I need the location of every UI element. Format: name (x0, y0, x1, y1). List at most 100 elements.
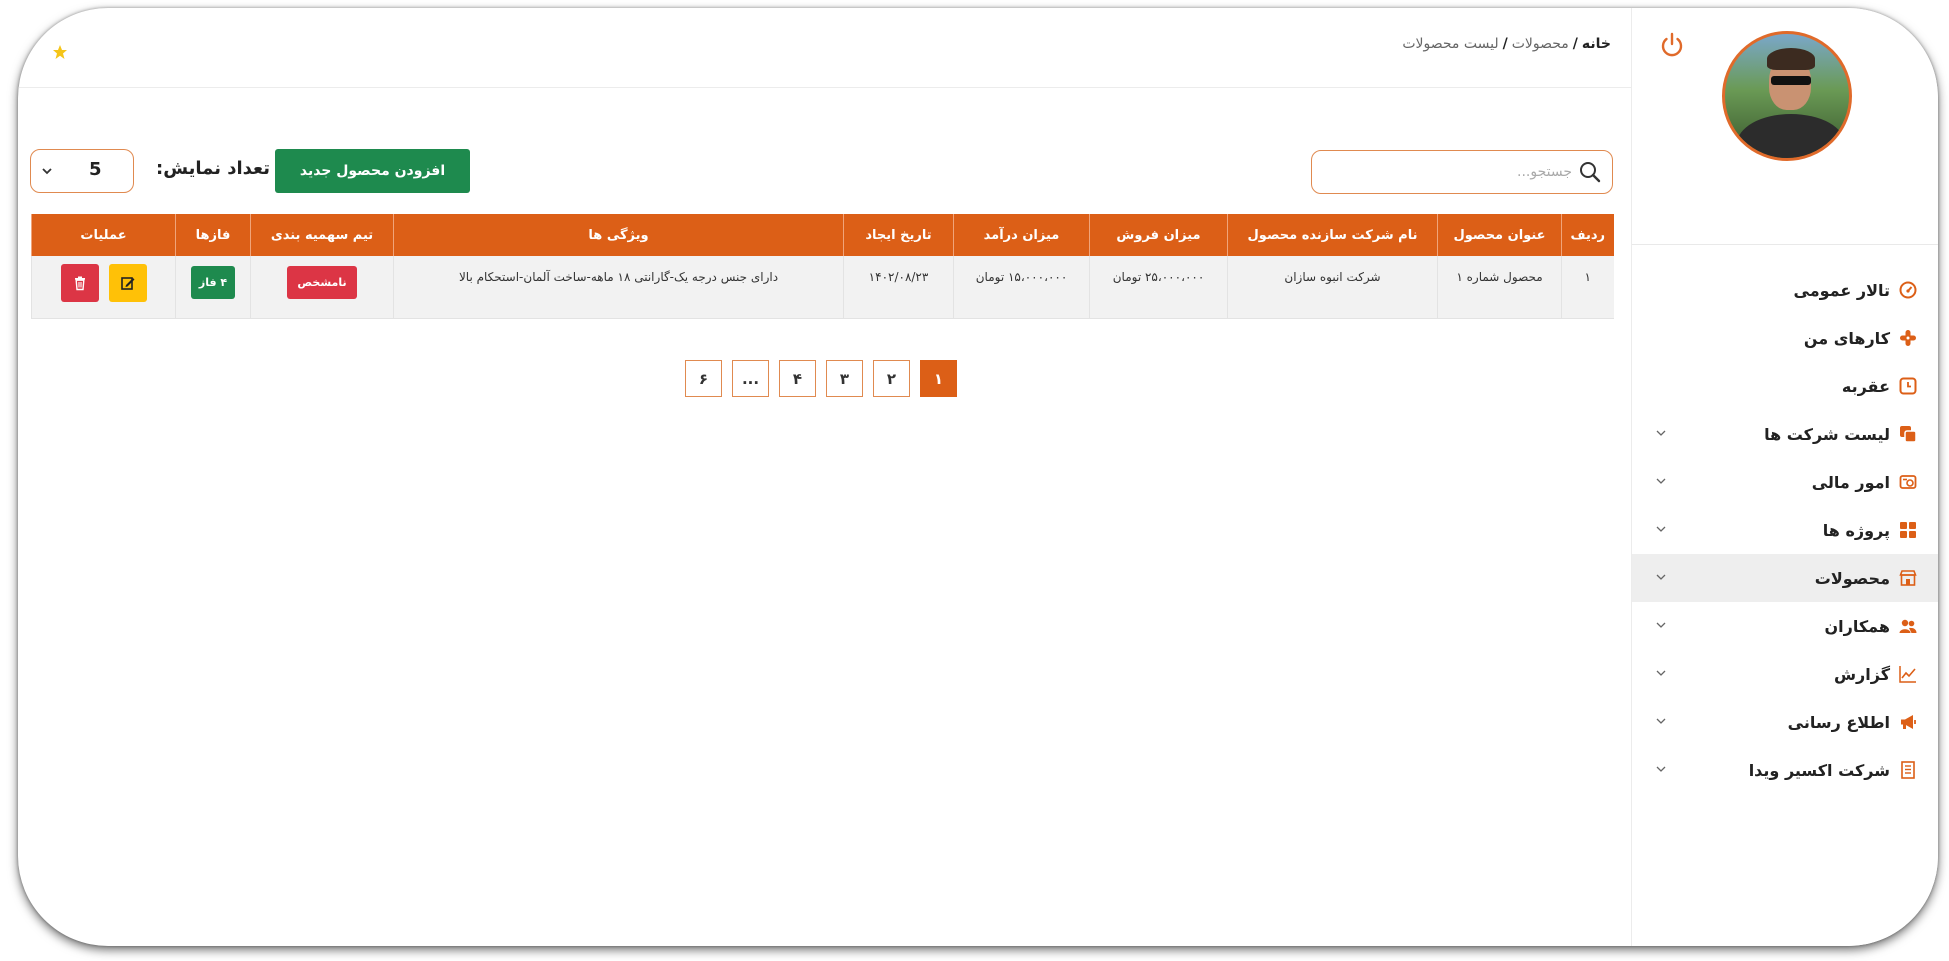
row-index: ۱ (1561, 256, 1614, 319)
edit-icon (120, 277, 134, 290)
page-4-button[interactable]: ۴ (779, 360, 816, 397)
sidebar-item-label: کارهای من (1803, 328, 1890, 348)
column-header[interactable]: فازها (175, 214, 251, 256)
chart-line-icon (1899, 665, 1917, 683)
product-income: ۱۵،۰۰۰،۰۰۰ تومان (953, 256, 1090, 319)
column-header[interactable]: نام شرکت سازنده محصول (1227, 214, 1438, 256)
sidebar-item-reports[interactable]: گزارش (1632, 650, 1938, 698)
breadcrumb-home[interactable]: خانه (1582, 36, 1611, 52)
megaphone-icon (1899, 713, 1917, 731)
sidebar-item-notifications[interactable]: اطلاع رسانی (1632, 698, 1938, 746)
search-box[interactable] (1311, 150, 1613, 194)
column-header[interactable]: تاریخ ایجاد (843, 214, 954, 256)
edit-button[interactable] (108, 264, 147, 302)
sidebar-item-label: پروژه ها (1822, 520, 1890, 540)
page-1-button[interactable]: ۱ (920, 360, 957, 397)
users-icon (1899, 617, 1917, 635)
column-header[interactable]: ویژگی ها (393, 214, 844, 256)
column-header: عملیات (31, 214, 176, 256)
operations-cell (31, 256, 176, 319)
phases-badge[interactable]: ۴ فاز (190, 266, 236, 299)
power-icon[interactable] (1657, 30, 1687, 60)
chevron-down-icon[interactable] (1654, 570, 1668, 584)
row-actions (32, 264, 175, 302)
avatar[interactable] (1722, 31, 1852, 161)
page-6-button[interactable]: ۶ (685, 360, 722, 397)
app-frame: خانه/محصولات/لیست محصولات افزودن محصول ج… (18, 8, 1938, 946)
sidebar-item-my-tasks[interactable]: کارهای من (1632, 314, 1938, 362)
page-3-button[interactable]: ۳ (826, 360, 863, 397)
sidebar-item-label: شرکت اکسیر ویدا (1748, 760, 1890, 780)
display-count-label: تعداد نمایش: (156, 158, 270, 179)
chevron-down-icon[interactable] (1654, 426, 1668, 440)
phases-cell: ۴ فاز (175, 256, 251, 319)
table-row[interactable]: ۱ محصول شماره ۱ شرکت انبوه سازان ۲۵،۰۰۰،… (31, 256, 1614, 319)
add-product-button[interactable]: افزودن محصول جدید (275, 149, 470, 193)
building-icon (1899, 761, 1917, 779)
column-header[interactable]: میزان درآمد (953, 214, 1090, 256)
team-cell: نامشخص (250, 256, 394, 319)
sidebar-item-label: عقربه (1841, 376, 1890, 396)
column-header[interactable]: ردیف (1561, 214, 1614, 256)
sidebar-divider (1632, 244, 1938, 245)
column-header[interactable]: میزان فروش (1089, 214, 1228, 256)
chevron-down-icon[interactable] (1654, 618, 1668, 632)
search-icon[interactable] (1578, 160, 1602, 184)
sidebar-item-companies[interactable]: لیست شرکت ها (1632, 410, 1938, 458)
sidebar-item-products[interactable]: محصولات (1632, 554, 1938, 602)
chevron-down-icon (42, 168, 52, 175)
column-header[interactable]: تیم سهمیه بندی (250, 214, 394, 256)
avatar-hair (1767, 48, 1815, 70)
finance-icon (1899, 473, 1917, 491)
delete-button[interactable] (60, 264, 99, 302)
tasks-icon (1899, 329, 1917, 347)
sidebar-item-label: همکاران (1824, 616, 1890, 636)
page-2-button[interactable]: ۲ (873, 360, 910, 397)
sidebar-menu: تالار عمومی کارهای من عقربه لیست شرکت ها (1632, 266, 1938, 794)
sidebar-item-label: اطلاع رسانی (1787, 712, 1890, 732)
search-input[interactable] (1332, 164, 1572, 180)
sidebar-item-colleagues[interactable]: همکاران (1632, 602, 1938, 650)
page-ellipsis: ... (732, 360, 769, 397)
avatar-body (1737, 114, 1845, 158)
top-bar: خانه/محصولات/لیست محصولات (18, 8, 1631, 88)
sidebar-item-label: محصولات (1814, 568, 1890, 588)
display-count-value: 5 (89, 159, 102, 180)
star-icon[interactable] (52, 44, 68, 60)
product-title: محصول شماره ۱ (1437, 256, 1562, 319)
chevron-down-icon[interactable] (1654, 474, 1668, 488)
sidebar-item-finance[interactable]: امور مالی (1632, 458, 1938, 506)
sidebar-item-projects[interactable]: پروژه ها (1632, 506, 1938, 554)
sidebar-item-label: تالار عمومی (1793, 280, 1891, 300)
breadcrumb: خانه/محصولات/لیست محصولات (1402, 36, 1611, 52)
sidebar-item-label: امور مالی (1811, 472, 1890, 492)
display-count-select[interactable]: 5 (30, 149, 134, 193)
store-icon (1899, 569, 1917, 587)
dashboard-icon (1899, 281, 1917, 299)
sidebar: تالار عمومی کارهای من عقربه لیست شرکت ها (1631, 8, 1938, 946)
pagination: ۱ ۲ ۳ ۴ ... ۶ (685, 360, 957, 397)
table-header-row: ردیف عنوان محصول نام شرکت سازنده محصول م… (31, 214, 1614, 256)
sidebar-item-label: گزارش (1833, 664, 1890, 684)
clock-icon (1899, 377, 1917, 395)
sidebar-item-company-elixir-vida[interactable]: شرکت اکسیر ویدا (1632, 746, 1938, 794)
chevron-down-icon[interactable] (1654, 666, 1668, 680)
sidebar-item-clock[interactable]: عقربه (1632, 362, 1938, 410)
breadcrumb-separator: / (1502, 36, 1508, 52)
team-badge[interactable]: نامشخص (287, 266, 357, 299)
chevron-down-icon[interactable] (1654, 762, 1668, 776)
products-table: ردیف عنوان محصول نام شرکت سازنده محصول م… (31, 214, 1614, 319)
sidebar-item-dashboard[interactable]: تالار عمومی (1632, 266, 1938, 314)
chevron-down-icon[interactable] (1654, 522, 1668, 536)
product-company: شرکت انبوه سازان (1227, 256, 1438, 319)
breadcrumb-current: لیست محصولات (1402, 36, 1499, 52)
companies-icon (1899, 425, 1917, 443)
sidebar-item-label: لیست شرکت ها (1764, 424, 1890, 444)
breadcrumb-separator: / (1572, 36, 1578, 52)
trash-icon (74, 276, 85, 291)
projects-icon (1899, 521, 1917, 539)
breadcrumb-section[interactable]: محصولات (1512, 36, 1569, 52)
chevron-down-icon[interactable] (1654, 714, 1668, 728)
column-header[interactable]: عنوان محصول (1437, 214, 1562, 256)
product-sales: ۲۵،۰۰۰،۰۰۰ تومان (1089, 256, 1228, 319)
